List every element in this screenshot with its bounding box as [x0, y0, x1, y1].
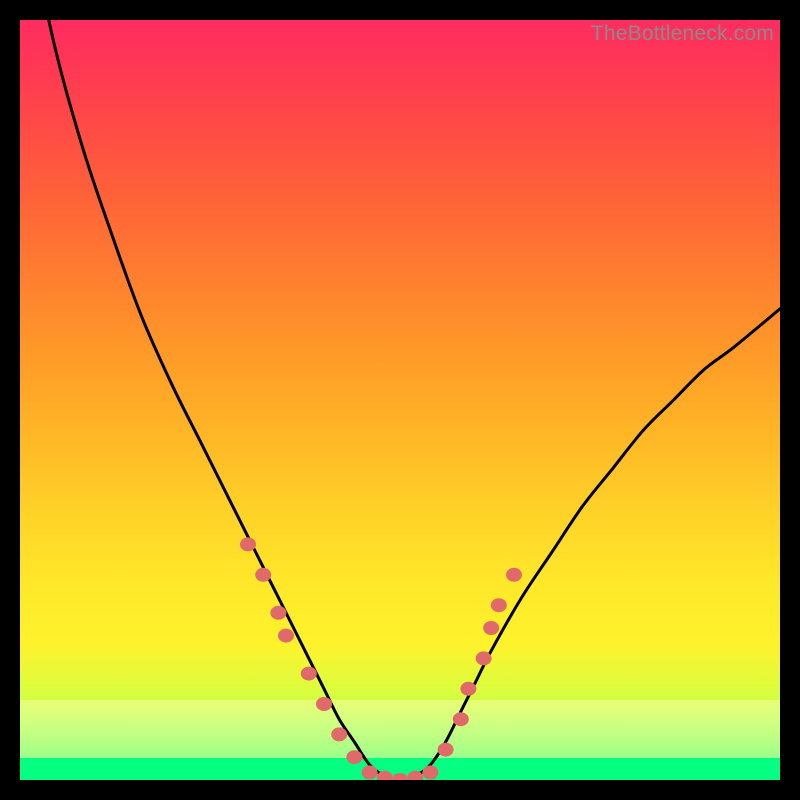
plot-gradient-background [20, 20, 780, 780]
watermark-text: TheBottleneck.com [591, 22, 774, 46]
chart-frame: TheBottleneck.com [20, 20, 780, 780]
bottom-green-band [20, 758, 780, 780]
bottom-pale-band [20, 700, 780, 758]
